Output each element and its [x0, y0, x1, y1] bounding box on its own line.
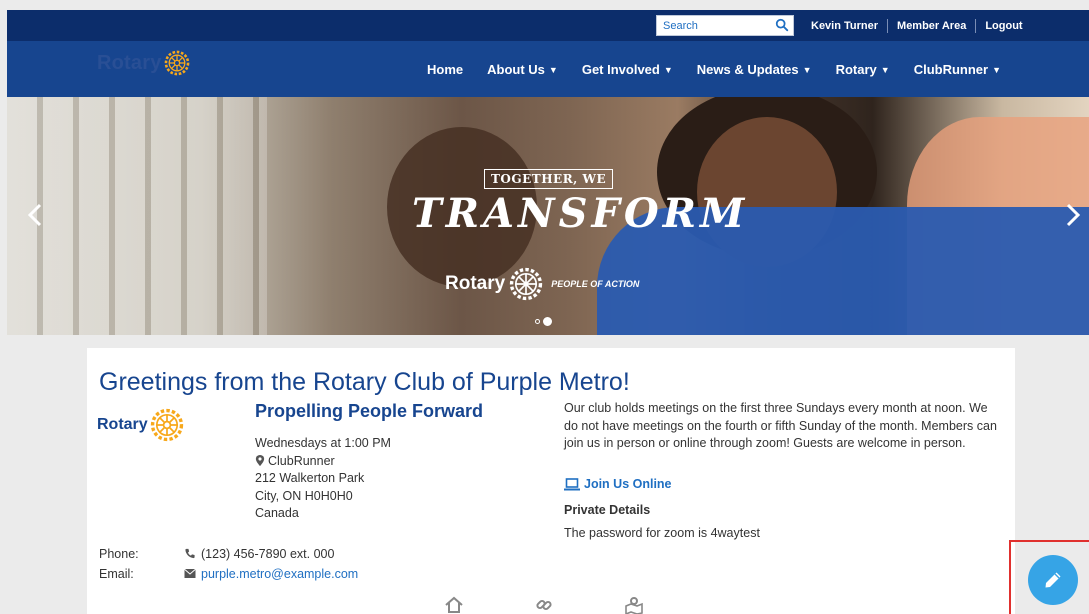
edit-button[interactable]	[1028, 555, 1078, 605]
quick-links-icons	[444, 596, 714, 614]
nav-rotary[interactable]: Rotary ▼	[836, 62, 890, 77]
address-line-2: City, ON H0H0H0	[255, 488, 353, 503]
nav-label: Home	[427, 61, 464, 77]
nav-about-us[interactable]: About Us ▼	[487, 62, 558, 77]
hero-headline-small: TOGETHER, WE	[484, 169, 614, 189]
rotary-wheel-icon	[150, 408, 183, 442]
home-icon[interactable]	[444, 596, 464, 614]
logout-link[interactable]: Logout	[976, 20, 1031, 32]
email-value: purple.metro@example.com	[184, 564, 358, 584]
carousel-indicators	[535, 317, 555, 326]
meeting-location: ClubRunner	[255, 453, 391, 471]
nav-news-updates[interactable]: News & Updates ▼	[697, 62, 812, 77]
page-title: Greetings from the Rotary Club of Purple…	[99, 368, 630, 396]
nav-label: ClubRunner	[913, 61, 989, 77]
hero-brand: Rotary PEOPLE OF ACTION	[445, 267, 639, 301]
map-icon[interactable]	[624, 596, 644, 614]
carousel-dot[interactable]	[535, 319, 540, 324]
phone-label: Phone:	[99, 547, 139, 561]
nav-label: Get Involved	[581, 61, 660, 77]
contact-info: Phone: (123) 456-7890 ext. 000 Email: pu…	[99, 544, 358, 584]
nav-label: News & Updates	[696, 61, 799, 77]
join-online-label: Join Us Online	[584, 477, 672, 491]
hero-carousel: TOGETHER, WE TRANSFORM Rotary PEOPLE OF …	[7, 97, 1089, 335]
email-link[interactable]: purple.metro@example.com	[201, 567, 358, 581]
pencil-icon	[1045, 572, 1061, 588]
club-info-card: Greetings from the Rotary Club of Purple…	[87, 348, 1015, 614]
map-marker-icon	[255, 454, 265, 466]
top-utility-bar: Kevin Turner Member Area Logout	[7, 10, 1089, 41]
club-logo-text: Rotary	[97, 416, 148, 433]
member-area-link[interactable]: Member Area	[888, 20, 975, 32]
nav-clubrunner[interactable]: ClubRunner ▼	[914, 62, 1001, 77]
phone-value[interactable]: (123) 456-7890 ext. 000	[184, 544, 334, 564]
join-online-link[interactable]: Join Us Online	[564, 477, 672, 491]
nav-label: About Us	[487, 61, 545, 77]
caret-down-icon: ▼	[802, 64, 812, 75]
caret-down-icon: ▼	[992, 64, 1001, 75]
meeting-time: Wednesdays at 1:00 PM	[255, 436, 391, 450]
email-row: Email: purple.metro@example.com	[99, 564, 358, 584]
phone-row: Phone: (123) 456-7890 ext. 000	[99, 544, 358, 564]
caret-down-icon: ▼	[663, 64, 673, 75]
address-country: Canada	[255, 506, 299, 520]
laptop-icon	[564, 477, 580, 490]
search-icon[interactable]	[775, 18, 789, 32]
nav-menu: Home About Us ▼ Get Involved ▼ News & Upda…	[427, 41, 1025, 97]
caret-down-icon: ▼	[880, 64, 890, 75]
hero-brand-text: Rotary	[445, 273, 506, 294]
rotary-wheel-icon	[164, 50, 189, 76]
club-description: Our club holds meetings on the first thr…	[564, 401, 997, 450]
club-logo: Rotary	[97, 408, 184, 442]
address-line-1: 212 Walkerton Park	[255, 471, 365, 485]
phone-number: (123) 456-7890 ext. 000	[201, 547, 335, 561]
user-name-link[interactable]: Kevin Turner	[802, 20, 887, 32]
link-icon[interactable]	[534, 596, 554, 614]
private-details-text: The password for zoom is 4waytest	[564, 526, 760, 540]
chevron-left-icon[interactable]	[25, 202, 45, 228]
hero-photo-wall	[7, 97, 267, 335]
club-tagline: Propelling People Forward	[255, 401, 484, 421]
search-box[interactable]	[656, 15, 794, 36]
user-links: Kevin Turner Member Area Logout	[802, 10, 1032, 41]
logo-text: Rotary	[97, 51, 162, 74]
caret-down-icon: ▼	[548, 64, 558, 75]
hero-brand-tagline: PEOPLE OF ACTION	[551, 279, 640, 289]
meeting-info: Wednesdays at 1:00 PM ClubRunner 212 Wal…	[255, 435, 391, 523]
site-logo[interactable]: Rotary	[97, 50, 190, 76]
email-label: Email:	[99, 567, 134, 581]
nav-label: Rotary	[835, 61, 877, 77]
rotary-wheel-icon	[510, 267, 543, 301]
nav-get-involved[interactable]: Get Involved ▼	[582, 62, 673, 77]
location-name: ClubRunner	[268, 453, 335, 468]
envelope-icon	[184, 568, 196, 578]
chevron-right-icon[interactable]	[1063, 202, 1083, 228]
private-details-heading: Private Details	[564, 503, 651, 517]
carousel-dot-active[interactable]	[543, 317, 552, 326]
nav-home[interactable]: Home	[427, 62, 463, 77]
hero-headline-big: TRANSFORM	[412, 190, 749, 237]
search-input[interactable]	[657, 16, 767, 36]
phone-icon	[185, 548, 195, 559]
main-navbar: Rotary Home About Us ▼ Get Involved ▼ News…	[7, 41, 1089, 97]
